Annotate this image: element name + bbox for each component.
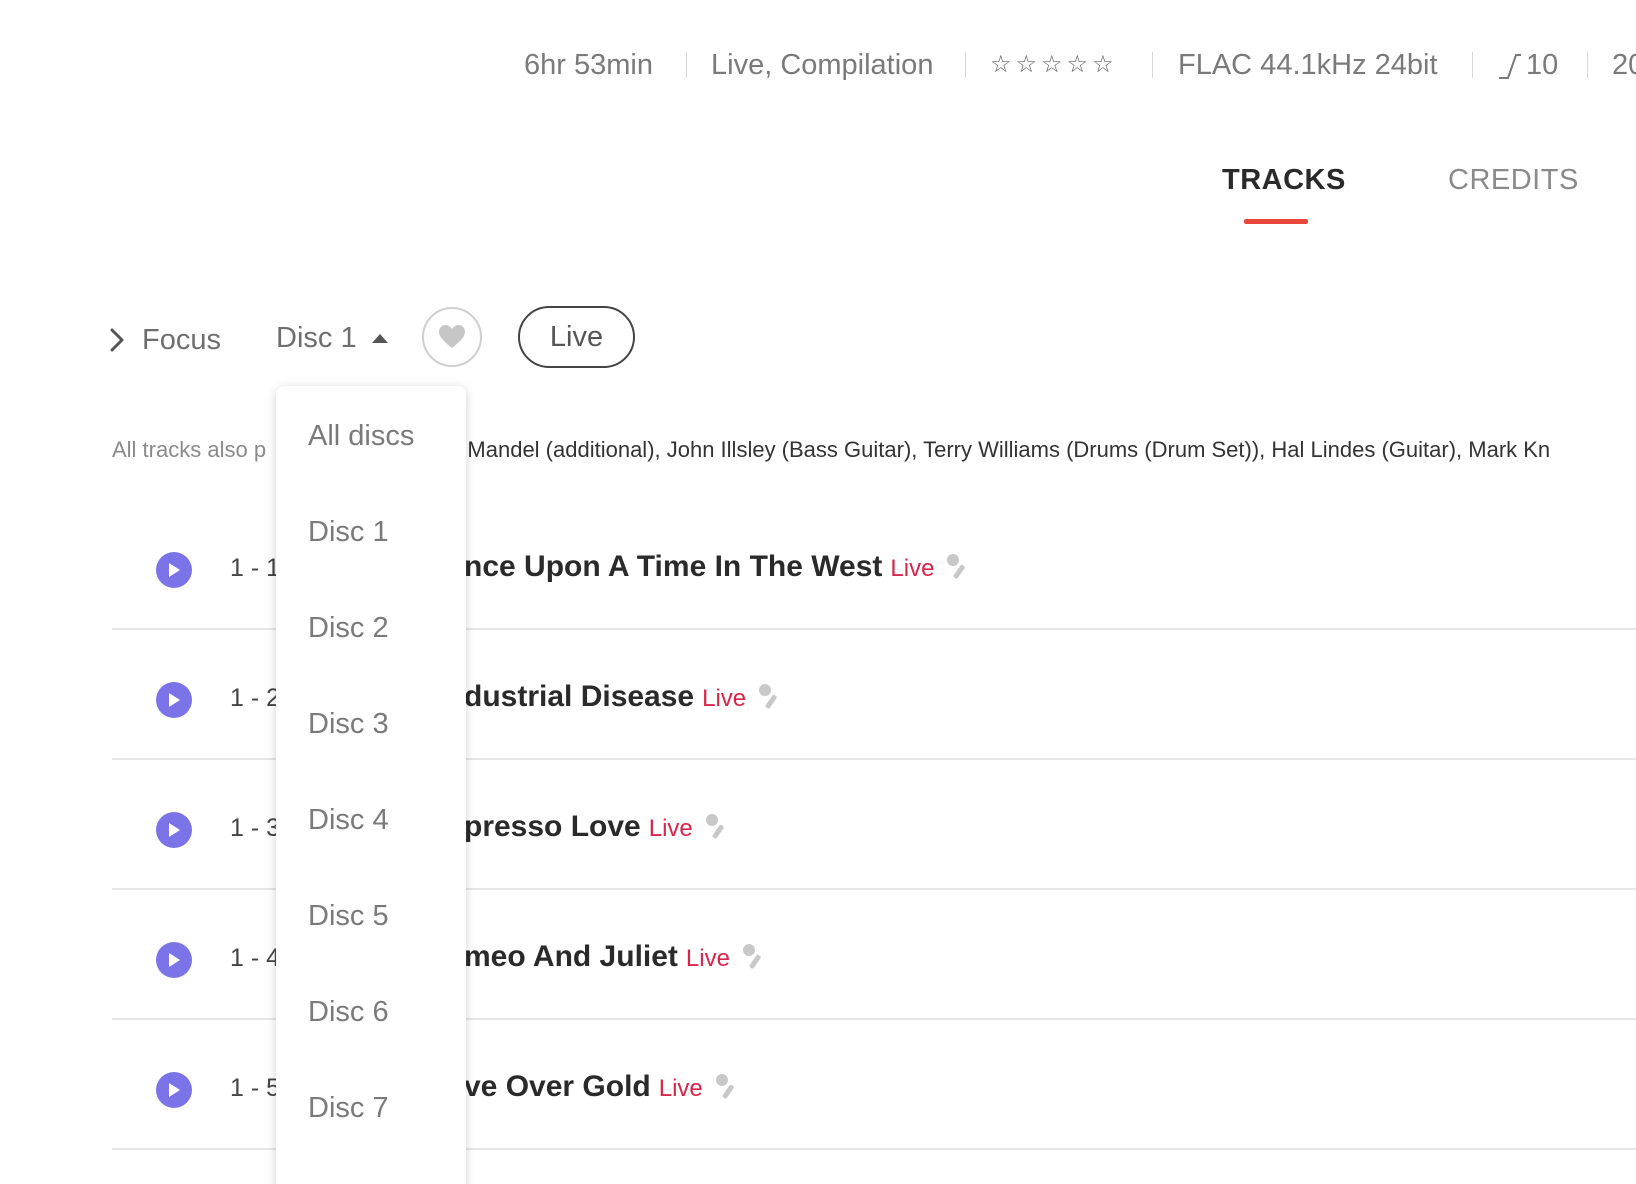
dropdown-option-all-discs[interactable]: All discs xyxy=(308,416,414,456)
play-button[interactable] xyxy=(156,942,192,978)
live-tag: Live xyxy=(648,815,693,842)
play-button[interactable] xyxy=(156,682,192,718)
microphone-icon xyxy=(947,554,966,579)
play-button[interactable] xyxy=(156,1072,192,1108)
meta-divider xyxy=(1587,52,1588,78)
meta-divider xyxy=(965,52,966,78)
rating-stars[interactable]: ☆☆☆☆☆ xyxy=(990,40,1118,90)
credits-lead: All tracks also p xyxy=(112,437,267,462)
track-number: 1 - 4 xyxy=(230,944,281,972)
microphone-icon xyxy=(715,1074,734,1099)
track-title: ve Over Gold Live xyxy=(464,1070,739,1104)
dynamic-range-icon xyxy=(1499,54,1521,80)
heart-icon xyxy=(439,325,465,348)
active-tab-indicator xyxy=(1244,219,1308,224)
dropdown-option-disc-6[interactable]: Disc 6 xyxy=(308,992,389,1032)
credits-text: ny Mandel (additional), John Illsley (Ba… xyxy=(438,437,1551,462)
track-number: 1 - 5 xyxy=(230,1074,281,1102)
disc-dropdown-menu: All discs Disc 1 Disc 2 Disc 3 Disc 4 Di… xyxy=(276,386,466,1184)
duration-label: 6hr 53min xyxy=(524,49,653,81)
play-icon xyxy=(169,1083,180,1097)
caret-up-icon xyxy=(371,334,388,343)
dynamic-range: 10 xyxy=(1496,40,1558,90)
track-number: 1 - 3 xyxy=(230,814,281,842)
dropdown-option-disc-1[interactable]: Disc 1 xyxy=(308,512,389,552)
track-title: meo And Juliet Live xyxy=(464,940,766,974)
play-icon xyxy=(169,563,180,577)
track-name[interactable]: ve Over Gold xyxy=(464,1070,651,1104)
meta-divider xyxy=(1152,52,1153,78)
track-name[interactable]: meo And Juliet xyxy=(464,940,678,974)
dropdown-option-disc-7[interactable]: Disc 7 xyxy=(308,1088,389,1128)
live-tag: Live xyxy=(685,945,730,972)
meta-divider xyxy=(1472,52,1473,78)
meta-divider xyxy=(686,52,687,78)
track-title: nce Upon A Time In The West Live xyxy=(464,550,970,584)
track-title: dustrial Disease Live xyxy=(464,680,782,714)
live-tag: Live xyxy=(702,685,747,712)
tab-tracks[interactable]: TRACKS xyxy=(1222,160,1346,200)
play-button[interactable] xyxy=(156,552,192,588)
year-label: 20 xyxy=(1612,49,1636,81)
microphone-icon xyxy=(742,944,761,969)
track-number: 1 - 2 xyxy=(230,684,281,712)
album-meta-row: 6hr 53min Live, Compilation ☆☆☆☆☆ FLAC 4… xyxy=(0,40,1636,90)
track-name[interactable]: nce Upon A Time In The West xyxy=(464,550,882,584)
play-button[interactable] xyxy=(156,812,192,848)
track-title: presso Love Live xyxy=(464,810,729,844)
track-name[interactable]: presso Love xyxy=(464,810,641,844)
live-tag: Live xyxy=(890,555,935,582)
track-name[interactable]: dustrial Disease xyxy=(464,680,694,714)
microphone-icon xyxy=(705,814,724,839)
play-icon xyxy=(169,953,180,967)
album-page: 6hr 53min Live, Compilation ☆☆☆☆☆ FLAC 4… xyxy=(0,0,1636,1184)
dropdown-option-disc-5[interactable]: Disc 5 xyxy=(308,896,389,936)
microphone-icon xyxy=(759,684,777,709)
play-icon xyxy=(169,823,180,837)
genres-label: Live, Compilation xyxy=(711,49,934,81)
chevron-right-icon xyxy=(110,328,124,352)
track-number: 1 - 1 xyxy=(230,554,281,582)
play-icon xyxy=(169,693,180,707)
focus-toggle[interactable]: Focus xyxy=(110,318,221,362)
tab-credits[interactable]: CREDITS xyxy=(1448,160,1579,200)
dynamic-range-value: 10 xyxy=(1526,49,1559,81)
focus-label: Focus xyxy=(142,323,221,356)
dropdown-option-disc-4[interactable]: Disc 4 xyxy=(308,800,389,840)
dropdown-option-disc-2[interactable]: Disc 2 xyxy=(308,608,389,648)
disc-selector-value: Disc 1 xyxy=(276,321,357,354)
live-filter-chip[interactable]: Live xyxy=(518,306,635,368)
audio-format-label: FLAC 44.1kHz 24bit xyxy=(1178,49,1438,81)
dropdown-option-disc-3[interactable]: Disc 3 xyxy=(308,704,389,744)
disc-selector[interactable]: Disc 1 xyxy=(276,316,389,360)
favorite-button[interactable] xyxy=(422,307,482,367)
live-tag: Live xyxy=(658,1075,703,1102)
